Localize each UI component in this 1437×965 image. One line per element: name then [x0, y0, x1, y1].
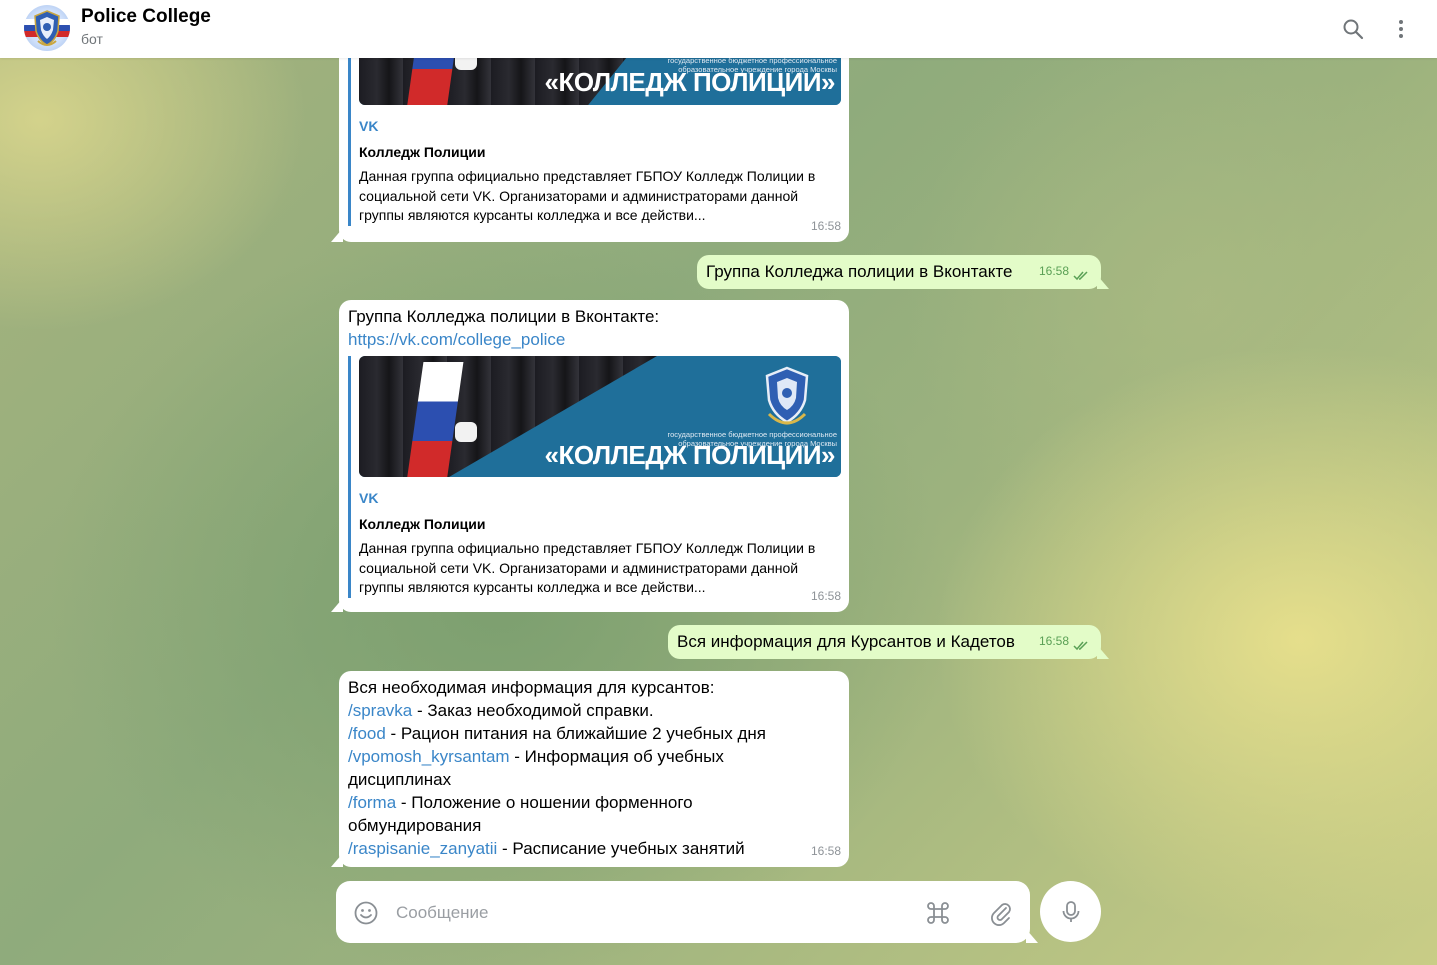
preview-title: Колледж Полиции	[359, 516, 486, 532]
preview-site-name: VK	[359, 490, 379, 506]
message-incoming-commands: Вся необходимая информация для курсантов…	[339, 671, 849, 867]
message-input[interactable]	[396, 899, 896, 927]
command-line: /vpomosh_kyrsantam - Информация об учебн…	[348, 745, 788, 791]
read-check-icon	[1073, 641, 1088, 651]
search-icon	[1343, 19, 1364, 40]
preview-description: Данная группа официально представляет ГБ…	[359, 540, 816, 595]
attach-icon[interactable]	[987, 899, 1015, 927]
command-description: - Рацион питания на ближайшие 2 учебных …	[385, 724, 766, 743]
chat-header: Police College бот	[0, 0, 1437, 58]
emoji-icon[interactable]	[353, 900, 379, 926]
command-line: /food - Рацион питания на ближайшие 2 уч…	[348, 722, 788, 745]
link-preview[interactable]: государственное бюджетное профессиональн…	[348, 356, 841, 598]
command-line: /spravka - Заказ необходимой справки.	[348, 699, 788, 722]
bot-avatar[interactable]	[24, 5, 70, 51]
message-time: 16:58	[810, 589, 841, 603]
command-description: - Расписание учебных занятий	[497, 839, 745, 858]
preview-title: Колледж Полиции	[359, 144, 486, 160]
command-spravka[interactable]: /spravka	[348, 701, 412, 720]
preview-description: Данная группа официально представляет ГБ…	[359, 168, 816, 223]
message-time: 16:58	[1038, 264, 1069, 278]
chat-subtitle: бот	[81, 31, 103, 47]
message-time: 16:58	[810, 219, 841, 233]
message-outgoing-info-request: Вся информация для Курсантов и Кадетов 1…	[668, 625, 1101, 659]
command-description: - Заказ необходимой справки.	[412, 701, 654, 720]
message-incoming-vk-preview-2: Группа Колледжа полиции в Вконтакте: htt…	[339, 300, 849, 612]
bot-commands-icon[interactable]	[924, 899, 952, 927]
vk-banner-image: государственное бюджетное профессиональн…	[359, 356, 841, 477]
more-vertical-icon	[1399, 20, 1403, 38]
command-raspisanie-zanyatii[interactable]: /raspisanie_zanyatii	[348, 839, 497, 858]
banner-title: «КОЛЛЕДЖ ПОЛИЦИИ»	[544, 440, 836, 470]
police-emblem-icon	[24, 10, 70, 46]
vk-group-link[interactable]: https://vk.com/college_police	[348, 328, 565, 351]
microphone-icon	[1062, 900, 1079, 922]
message-text: Вся информация для Курсантов и Кадетов	[677, 632, 1015, 651]
message-text: Группа Колледжа полиции в Вконтакте	[706, 262, 1013, 281]
message-text: Группа Колледжа полиции в Вконтакте:	[348, 307, 660, 326]
command-food[interactable]: /food	[348, 724, 386, 743]
search-button[interactable]	[1336, 12, 1370, 46]
banner-title: «КОЛЛЕДЖ ПОЛИЦИИ»	[544, 67, 836, 97]
command-vpomosh-kyrsantam[interactable]: /vpomosh_kyrsantam	[348, 747, 510, 766]
command-description: - Положение о ношении форменного обмунди…	[348, 793, 693, 835]
preview-site-name: VK	[359, 118, 379, 134]
message-time: 16:58	[810, 844, 841, 858]
read-check-icon	[1073, 271, 1088, 281]
message-time: 16:58	[1038, 634, 1069, 648]
message-intro: Вся необходимая информация для курсантов…	[348, 678, 715, 697]
message-outgoing-vk-request: Группа Колледжа полиции в Вконтакте 16:5…	[697, 255, 1101, 289]
more-options-button[interactable]	[1384, 12, 1418, 46]
chat-title[interactable]: Police College	[81, 6, 211, 28]
command-forma[interactable]: /forma	[348, 793, 396, 812]
voice-message-button[interactable]	[1040, 881, 1101, 942]
command-line: /raspisanie_zanyatii - Расписание учебны…	[348, 837, 788, 860]
command-line: /forma - Положение о ношении форменного …	[348, 791, 788, 837]
college-emblem-icon	[765, 366, 809, 425]
message-composer	[336, 881, 1030, 943]
